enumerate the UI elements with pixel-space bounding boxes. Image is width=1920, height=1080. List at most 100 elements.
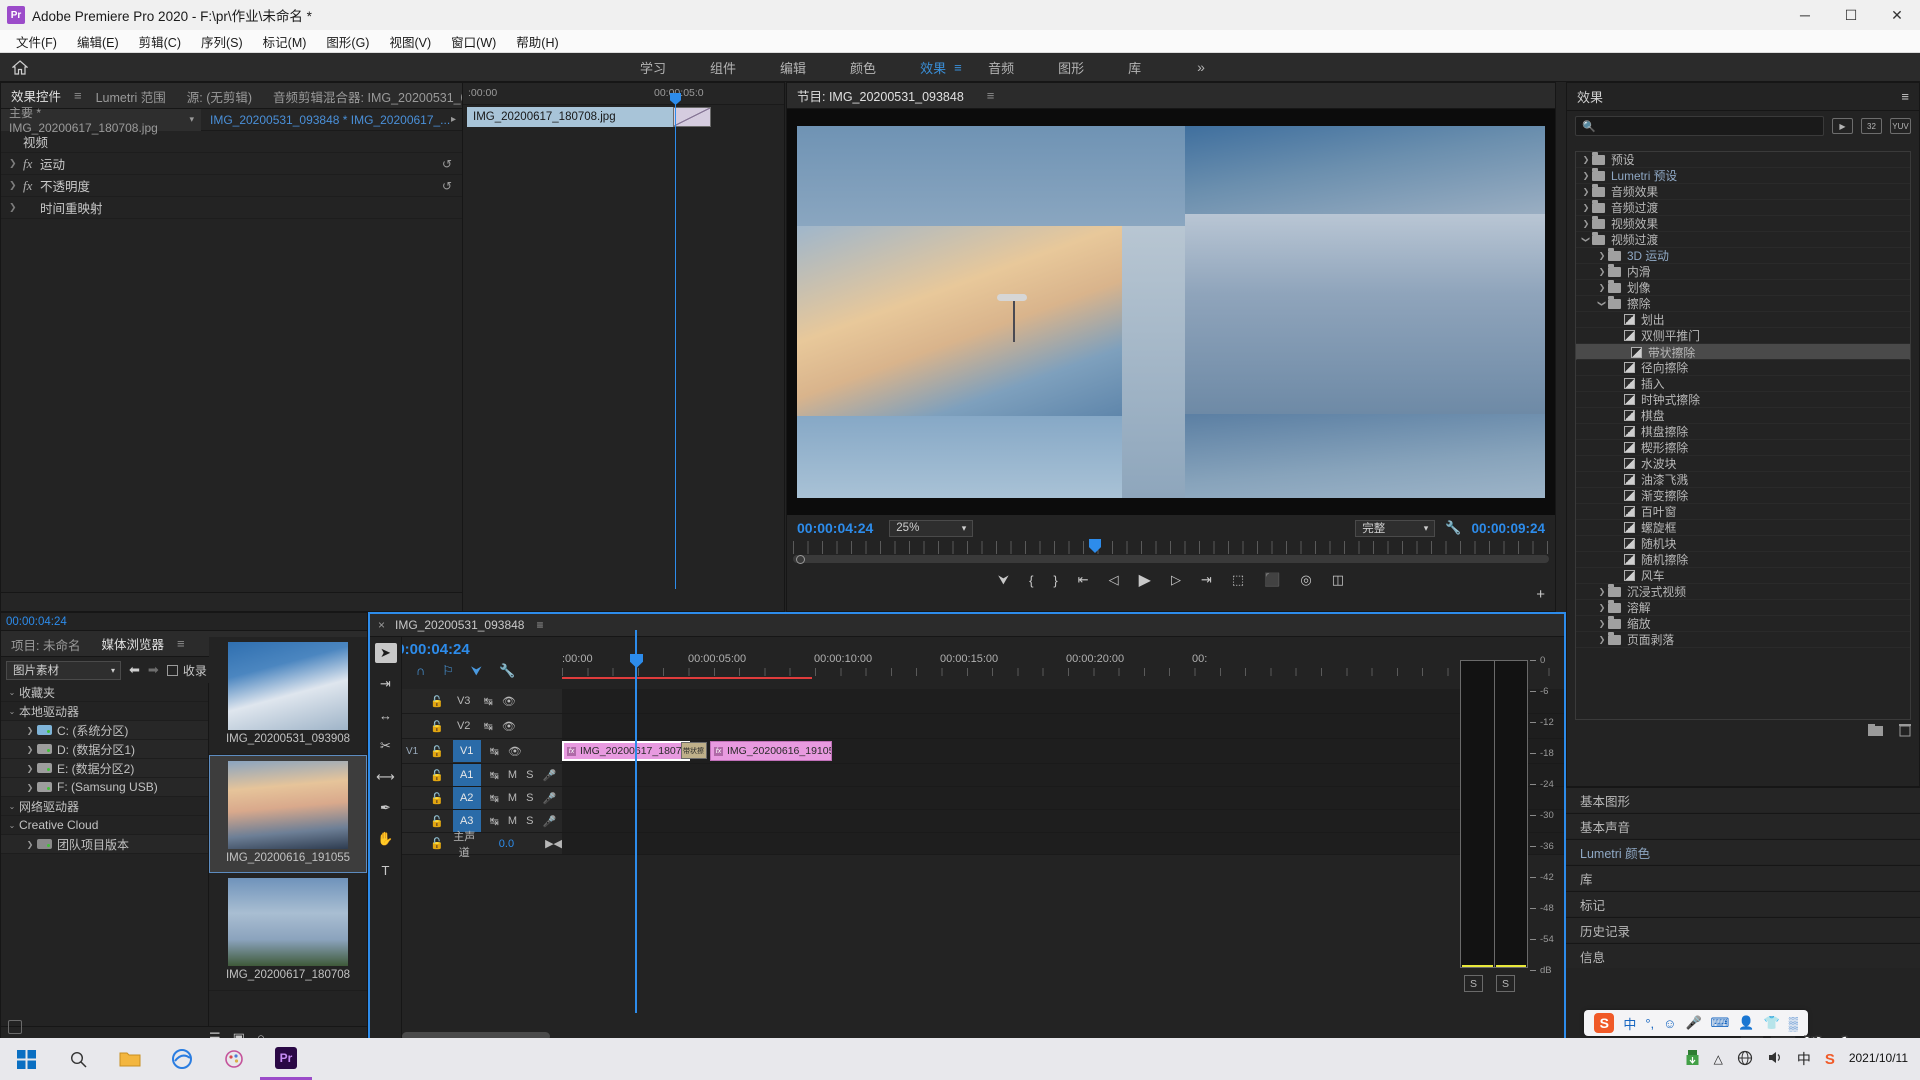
track-lane[interactable] <box>562 689 1564 713</box>
effects-folder-7[interactable]: ❯ 内滑 <box>1576 263 1910 280</box>
track-lock-icon[interactable]: 🔓 <box>430 720 444 733</box>
track-lane[interactable] <box>562 714 1564 738</box>
sync-lock-icon[interactable]: ↹ <box>490 815 499 828</box>
ime-item-0[interactable]: 中 <box>1623 1014 1636 1033</box>
chevron-down-icon[interactable]: ⌄ <box>5 688 19 697</box>
workspace-tab-5[interactable]: 音频 <box>966 54 1036 81</box>
effect-item-10[interactable]: 划出 <box>1576 312 1910 328</box>
effect-item-19[interactable]: 水波块 <box>1576 456 1910 472</box>
sync-lock-icon[interactable]: ↹ <box>490 792 499 805</box>
comparison-view-button[interactable]: ◫ <box>1332 572 1344 588</box>
timeline-clip[interactable]: fx IMG_20200616_191055.j <box>710 741 832 761</box>
accordion-3[interactable]: 库 <box>1566 865 1920 890</box>
file-explorer-icon[interactable] <box>104 1038 156 1080</box>
effect-item-20[interactable]: 油漆飞溅 <box>1576 472 1910 488</box>
voice-record-icon[interactable]: 🎤 <box>542 769 556 782</box>
panel-menu-icon[interactable]: ≡ <box>987 88 995 103</box>
effect-control-row-2[interactable]: ❯ fx 不透明度 ↺ <box>1 175 462 197</box>
chevron-down-icon[interactable]: ❯ <box>1582 234 1591 246</box>
media-tree-item-6[interactable]: ⌄ 网络驱动器 <box>1 797 208 816</box>
delete-icon[interactable] <box>1899 723 1911 740</box>
ime-cn-icon[interactable]: 中 <box>1797 1049 1811 1069</box>
effect-controls-tab-3[interactable]: 音频剪辑混合器: IMG_20200531_093848 <box>271 83 462 108</box>
pen-tool[interactable]: ✒ <box>375 798 397 818</box>
meter-solo-right[interactable]: S <box>1496 975 1515 992</box>
media-browser-tab-1[interactable]: 媒体浏览器 <box>99 631 173 656</box>
source-track-indicator[interactable]: V1 <box>406 746 418 757</box>
effects-folder-8[interactable]: ❯ 划像 <box>1576 279 1910 296</box>
settings-wrench-icon[interactable]: 🔧 <box>1445 520 1461 536</box>
search-icon[interactable] <box>52 1038 104 1080</box>
effects-folder-0[interactable]: ❯ 预设 <box>1576 152 1910 168</box>
type-tool[interactable]: T <box>375 860 397 880</box>
menu-item-2[interactable]: 剪辑(C) <box>129 30 191 53</box>
workspace-tab-7[interactable]: 库 <box>1106 54 1163 81</box>
media-tree-item-5[interactable]: ❯ F: (Samsung USB) <box>1 778 208 797</box>
effect-control-row-3[interactable]: ❯ 时间重映射 <box>1 197 462 219</box>
track-lane[interactable] <box>562 833 1564 854</box>
mark-in-button[interactable]: { <box>1029 573 1033 588</box>
panel-menu-icon[interactable]: ≡ <box>177 636 185 651</box>
yuv-color-icon[interactable]: YUV <box>1890 118 1911 134</box>
accordion-1[interactable]: 基本声音 <box>1566 813 1920 838</box>
sogou-icon[interactable]: S <box>1825 1051 1835 1068</box>
track-visibility-icon[interactable]: 👁 <box>502 720 516 733</box>
ime-item-7[interactable]: ▒ <box>1789 1016 1798 1031</box>
chevron-right-icon[interactable]: ❯ <box>1596 635 1608 644</box>
sync-lock-icon[interactable]: ↹ <box>490 745 499 758</box>
program-current-time[interactable]: 00:00:04:24 <box>797 520 873 536</box>
chevron-right-icon[interactable]: ❯ <box>1596 619 1608 628</box>
track-lock-icon[interactable]: 🔓 <box>430 695 444 708</box>
effects-folder-9[interactable]: ❯ 擦除 <box>1576 295 1910 312</box>
network-icon[interactable] <box>1737 1050 1753 1069</box>
taskbar-clock[interactable]: 2021/10/11 <box>1849 1051 1908 1066</box>
effects-folder-28[interactable]: ❯ 溶解 <box>1576 599 1910 616</box>
panel-menu-icon[interactable]: ≡ <box>74 88 82 103</box>
paint-icon[interactable] <box>208 1038 260 1080</box>
track-lane[interactable]: fxIMG_20200617_180708.jfxIMG_20200616_19… <box>562 739 1564 763</box>
step-back-button[interactable]: ◁ <box>1109 572 1119 588</box>
clip-selector-dropdown[interactable]: 主要 * IMG_20200617_180708.jpg ▾ <box>1 106 201 135</box>
effects-folder-2[interactable]: ❯ 音频效果 <box>1576 183 1910 200</box>
maximize-button[interactable]: ☐ <box>1828 0 1874 30</box>
effect-item-12[interactable]: 带状擦除 <box>1576 344 1910 360</box>
track-visibility-icon[interactable]: 👁 <box>508 745 522 758</box>
accordion-6[interactable]: 信息 <box>1566 943 1920 968</box>
master-volume-value[interactable]: 0.0 <box>499 838 514 850</box>
menu-item-1[interactable]: 编辑(E) <box>67 30 129 53</box>
timeline-transition[interactable]: 带状擦 <box>681 742 707 759</box>
play-stop-button[interactable]: ▶ <box>1139 570 1151 590</box>
ime-item-2[interactable]: ☺ <box>1663 1016 1676 1031</box>
disclosure-arrow-icon[interactable]: ❯ <box>9 158 23 169</box>
go-to-in-button[interactable]: ⇤ <box>1078 572 1089 588</box>
effect-item-21[interactable]: 渐变擦除 <box>1576 488 1910 504</box>
workspace-overflow-button[interactable]: » <box>1197 59 1205 75</box>
disclosure-arrow-icon[interactable]: ❯ <box>9 202 23 213</box>
track-solo-button[interactable]: S <box>526 769 533 781</box>
media-tree-item-0[interactable]: ⌄ 收藏夹 <box>1 683 208 702</box>
chevron-right-icon[interactable]: ❯ <box>23 783 37 792</box>
volume-icon[interactable] <box>1767 1050 1783 1068</box>
panel-menu-icon[interactable]: ≡ <box>1901 89 1909 104</box>
chevron-right-icon[interactable]: ❯ <box>1596 251 1608 260</box>
chevron-right-icon[interactable]: ❯ <box>1580 219 1592 228</box>
menu-item-4[interactable]: 标记(M) <box>253 30 317 53</box>
forward-arrow-icon[interactable]: ➡ <box>148 662 159 678</box>
menu-item-0[interactable]: 文件(F) <box>6 30 67 53</box>
chevron-right-icon[interactable]: ❯ <box>23 840 37 849</box>
panel-menu-icon[interactable]: ≡ <box>536 618 543 632</box>
add-marker-button[interactable]: ⮟ <box>998 572 1009 588</box>
marker-icon[interactable]: ⮟ <box>471 663 482 679</box>
workspace-tab-3[interactable]: 颜色 <box>828 54 898 81</box>
media-thumbnail-1[interactable]: IMG_20200616_191055 <box>209 755 367 873</box>
timeline-settings-icon[interactable]: 🔧 <box>499 663 515 679</box>
program-monitor-title[interactable]: 节目: IMG_20200531_093848 <box>795 83 973 108</box>
media-tree-item-1[interactable]: ⌄ 本地驱动器 <box>1 702 208 721</box>
chevron-right-icon[interactable]: ❯ <box>23 764 37 773</box>
selection-tool[interactable]: ➤ <box>374 643 397 663</box>
effect-item-16[interactable]: 棋盘 <box>1576 408 1910 424</box>
usb-icon[interactable] <box>1685 1049 1700 1069</box>
menu-item-5[interactable]: 图形(G) <box>316 30 379 53</box>
chevron-up-icon[interactable]: △ <box>1714 1052 1723 1066</box>
chevron-right-icon[interactable]: ❯ <box>1580 187 1592 196</box>
